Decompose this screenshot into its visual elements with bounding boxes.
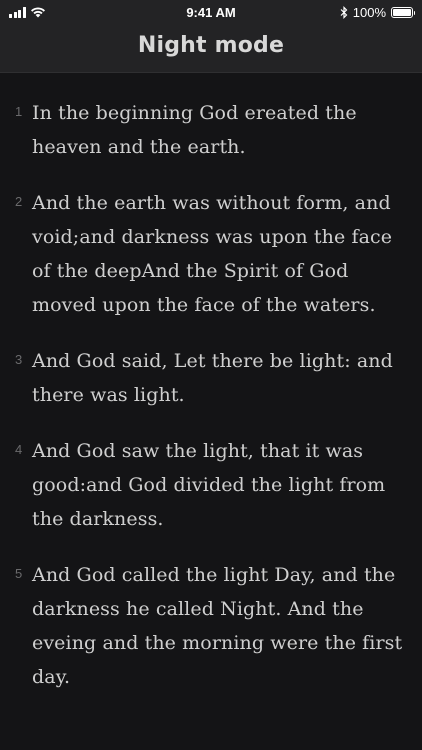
verse-text: And the earth was without form, and void… <box>32 192 393 316</box>
verse-list[interactable]: 1 In the beginning God ereated the heaven… <box>0 96 422 716</box>
verse-number: 3 <box>15 352 23 367</box>
verse-item[interactable]: 4 And God saw the light, that it was good… <box>0 434 422 536</box>
verse-item[interactable]: 5 And God called the light Day, and the d… <box>0 558 422 694</box>
battery-icon <box>391 7 415 18</box>
verse-text: In the beginning God ereated the heaven … <box>32 102 357 158</box>
verse-item[interactable]: 2 And the earth was without form, and voi… <box>0 186 422 322</box>
verse-number: 2 <box>15 194 23 209</box>
verse-item[interactable]: 1 In the beginning God ereated the heaven… <box>0 96 422 164</box>
verse-text: And God called the light Day, and the da… <box>32 564 403 688</box>
verse-number: 1 <box>15 104 23 119</box>
bluetooth-icon <box>340 6 348 19</box>
verse-item[interactable]: 3 And God said, Let there be light: and t… <box>0 344 422 412</box>
verse-text: And God said, Let there be light: and th… <box>32 350 393 406</box>
page-title: Night mode <box>137 33 285 58</box>
verse-number: 5 <box>15 566 23 581</box>
verse-text: And God saw the light, that it was good:… <box>32 440 386 530</box>
battery-percent: 100% <box>352 5 386 20</box>
verse-number: 4 <box>15 442 23 457</box>
status-right: 100% <box>340 5 415 20</box>
top-bar: 9:41 AM 100% Night mode <box>0 0 422 73</box>
status-bar: 9:41 AM 100% <box>0 0 422 26</box>
